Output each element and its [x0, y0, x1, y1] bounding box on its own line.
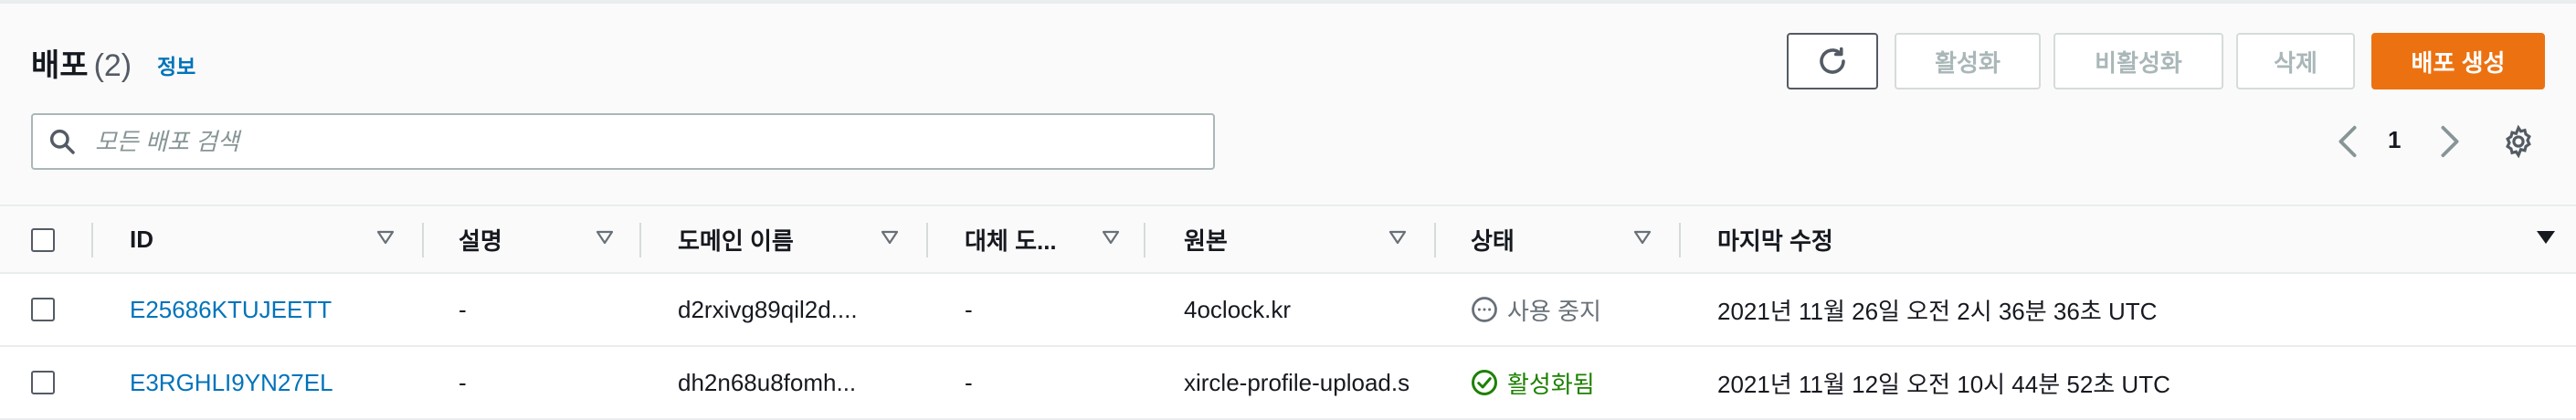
deactivate-button[interactable]: 비활성화 [2053, 33, 2223, 89]
pagination-current-page[interactable]: 1 [2388, 126, 2401, 154]
cell-alt-domain: - [965, 368, 973, 396]
cell-id: E25686KTUJEETT [130, 274, 332, 345]
cell-domain: d2rxivg89qil2d.... [678, 295, 858, 323]
cell-last-modified: 2021년 11월 12일 오전 10시 44분 52초 UTC [1717, 370, 2170, 398]
distributions-panel: 배포(2) 정보 활성화 비활성화 삭제 배포 생성 1 ID 설명 [0, 0, 2576, 420]
table-row[interactable]: E3RGHLI9YN27EL - dh2n68u8fomh... - xircl… [0, 347, 2576, 420]
column-header-alt-domain[interactable]: 대체 도... [965, 206, 1057, 272]
sort-icon[interactable] [1388, 230, 1407, 245]
column-divider [422, 223, 424, 257]
chevron-right-icon[interactable] [2437, 124, 2463, 159]
page-title: 배포 (2) [31, 40, 132, 85]
cell-last-modified: 2021년 11월 26일 오전 2시 36분 36초 UTC [1717, 297, 2158, 325]
status-badge: 사용 중지 [1471, 293, 1601, 327]
title-text: 배포 [31, 48, 89, 83]
table-row[interactable]: E25686KTUJEETT - d2rxivg89qil2d.... - 4o… [0, 274, 2576, 347]
column-divider [91, 223, 93, 257]
column-header-id[interactable]: ID [130, 206, 153, 272]
column-header-description[interactable]: 설명 [459, 206, 502, 272]
top-border [0, 0, 2576, 4]
cell-id: E3RGHLI9YN27EL [130, 347, 333, 418]
refresh-icon [1820, 47, 1845, 74]
activate-button[interactable]: 활성화 [1895, 33, 2041, 89]
delete-button[interactable]: 삭제 [2236, 33, 2355, 89]
column-header-last-modified[interactable]: 마지막 수정 [1717, 206, 1833, 272]
distribution-id-link[interactable]: E3RGHLI9YN27EL [130, 369, 333, 397]
status-badge: 활성화됨 [1471, 366, 1595, 400]
sort-icon[interactable] [881, 230, 899, 245]
search-box[interactable] [31, 113, 1215, 170]
status-text: 활성화됨 [1507, 370, 1595, 398]
sort-icon[interactable] [376, 230, 395, 245]
cell-description: - [459, 368, 467, 396]
search-input[interactable] [93, 126, 1175, 157]
refresh-button[interactable] [1787, 33, 1878, 89]
cell-alt-domain: - [965, 295, 973, 323]
cell-status: 활성화됨 [1471, 347, 1595, 418]
table-header: ID 설명 도메인 이름 대체 도... 원본 상태 마지막 수정 [0, 205, 2576, 274]
column-divider [1434, 223, 1436, 257]
cell-origin: xircle-profile-upload.s [1184, 368, 1410, 396]
search-icon [49, 129, 75, 154]
select-all-checkbox[interactable] [31, 228, 55, 252]
row-checkbox[interactable] [31, 371, 55, 394]
column-header-domain[interactable]: 도메인 이름 [678, 206, 794, 272]
distribution-id-link[interactable]: E25686KTUJEETT [130, 296, 332, 324]
sort-icon[interactable] [1102, 230, 1120, 245]
row-checkbox[interactable] [31, 298, 55, 321]
sort-icon[interactable] [1633, 230, 1652, 245]
status-text: 사용 중지 [1507, 297, 1601, 325]
gear-icon[interactable] [2501, 124, 2536, 159]
cell-domain: dh2n68u8fomh... [678, 368, 857, 396]
cell-status: 사용 중지 [1471, 274, 1601, 345]
column-divider [639, 223, 641, 257]
status-success-icon [1472, 370, 1497, 395]
cell-description: - [459, 295, 467, 323]
create-distribution-button[interactable]: 배포 생성 [2371, 33, 2545, 89]
cell-origin: 4oclock.kr [1184, 295, 1292, 323]
title-count: (2) [93, 48, 132, 83]
info-link[interactable]: 정보 [157, 49, 195, 80]
sort-desc-icon[interactable] [2536, 230, 2556, 245]
column-divider [926, 223, 928, 257]
sort-icon[interactable] [596, 230, 614, 245]
column-divider [1144, 223, 1145, 257]
column-header-origin[interactable]: 원본 [1184, 206, 1228, 272]
status-stopped-icon [1472, 297, 1497, 322]
column-header-status[interactable]: 상태 [1471, 206, 1515, 272]
chevron-left-icon[interactable] [2335, 124, 2360, 159]
column-divider [1679, 223, 1681, 257]
